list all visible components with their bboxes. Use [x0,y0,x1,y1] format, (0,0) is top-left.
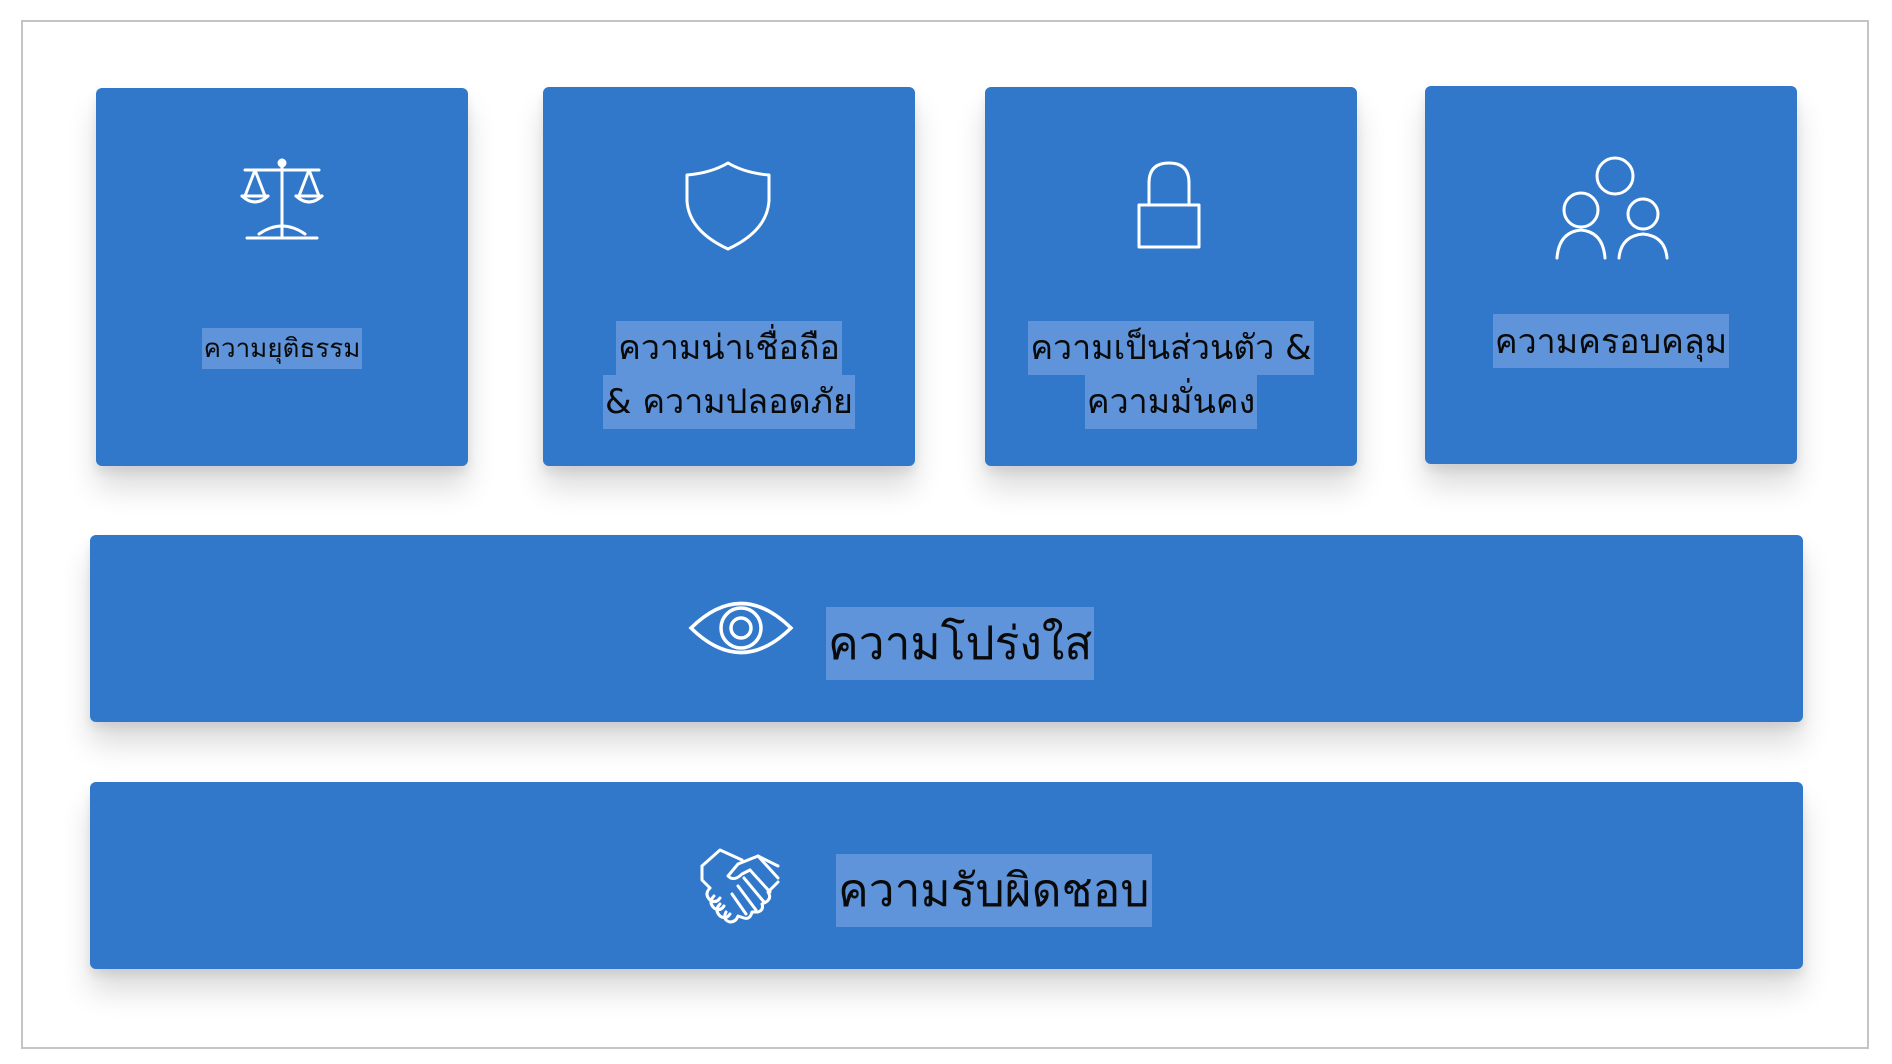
fairness-label-block: ความยุติธรรม [96,328,468,369]
fairness-label: ความยุติธรรม [201,328,363,369]
accountability-label: ความรับผิดชอบ [836,854,1152,927]
transparency-label-block: ความโปร่งใส [826,607,1095,680]
bar-accountability: ความรับผิดชอบ [90,782,1803,969]
eye-icon [688,601,794,655]
reliability-label-line1: ความน่าเชื่อถือ [616,321,842,375]
padlock-icon [1137,161,1201,249]
card-inclusiveness: ความครอบคลุม [1425,86,1797,464]
privacy-label-line1: ความเป็นส่วนตัว & [1028,321,1314,375]
accountability-label-block: ความรับผิดชอบ [836,854,1152,927]
reliability-label-block: ความน่าเชื่อถือ & ความปลอดภัย [543,321,915,429]
shield-icon [685,161,771,251]
card-reliability-safety: ความน่าเชื่อถือ & ความปลอดภัย [543,87,915,466]
people-group-icon [1555,156,1669,260]
inclusiveness-label: ความครอบคลุม [1492,314,1730,368]
privacy-label-line2: ความมั่นคง [1084,375,1258,429]
scales-icon [240,158,324,240]
reliability-label-line2: & ความปลอดภัย [603,375,855,429]
card-privacy-security: ความเป็นส่วนตัว & ความมั่นคง [985,87,1357,466]
privacy-label-block: ความเป็นส่วนตัว & ความมั่นคง [985,321,1357,429]
inclusiveness-label-block: ความครอบคลุม [1425,314,1797,368]
card-fairness: ความยุติธรรม [96,88,468,466]
transparency-label: ความโปร่งใส [826,607,1095,680]
bar-transparency: ความโปร่งใส [90,535,1803,722]
handshake-icon [700,848,780,924]
